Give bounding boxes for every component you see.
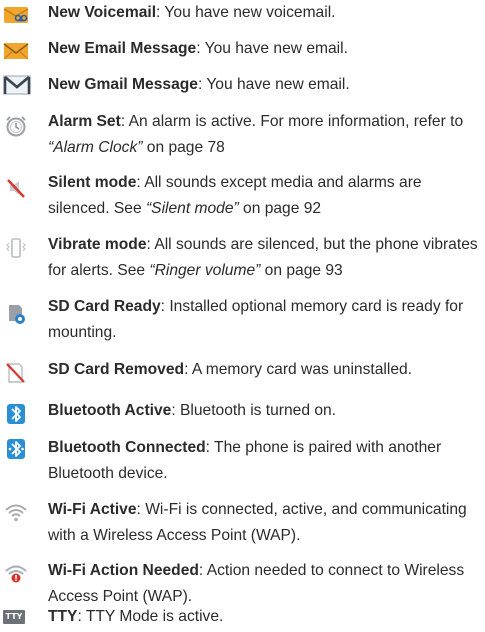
entry-term: SD Card Removed (48, 361, 185, 378)
entry-text: Silent mode: All sounds except media and… (48, 170, 478, 222)
entry-text: TTY: TTY Mode is active. (48, 604, 478, 630)
entry-term: New Gmail Message (48, 76, 198, 93)
page-reference: on page 93 (260, 262, 343, 279)
bluetooth-icon (3, 402, 31, 426)
entry-term: TTY (48, 608, 78, 625)
silent-mode-icon (3, 176, 31, 200)
entry-description: : You have new voicemail. (156, 4, 336, 21)
entry-text: New Email Message: You have new email. (48, 36, 478, 62)
entry-text: Wi-Fi Action Needed: Action needed to co… (48, 558, 478, 610)
entry-term: Alarm Set (48, 113, 121, 130)
entry-term: Wi-Fi Active (48, 501, 137, 518)
entry-text: SD Card Removed: A memory card was unins… (48, 357, 478, 383)
entry-description: : You have new email. (197, 76, 350, 93)
alarm-clock-icon (3, 114, 31, 138)
entry-text: SD Card Ready: Installed optional memory… (48, 294, 478, 346)
entry-term: Silent mode (48, 174, 137, 191)
entry-text: Bluetooth Active: Bluetooth is turned on… (48, 398, 478, 424)
page-reference: on page 92 (238, 200, 322, 217)
wifi-icon (3, 501, 31, 525)
entry-term: Vibrate mode (48, 236, 147, 253)
entry-description: : Bluetooth is turned on. (171, 402, 337, 419)
entry-text: Wi-Fi Active: Wi-Fi is connected, active… (48, 497, 478, 549)
entry-term: Wi-Fi Action Needed (48, 562, 199, 579)
entry-description: : A memory card was uninstalled. (184, 361, 413, 378)
sd-card-removed-icon (3, 361, 31, 385)
entry-text: Bluetooth Connected: The phone is paired… (48, 435, 478, 487)
tty-icon: TTY (3, 608, 29, 626)
cross-reference: “Silent mode” (145, 200, 239, 217)
entry-term: New Voicemail (48, 4, 157, 21)
cross-reference: “Ringer volume” (149, 262, 261, 279)
cross-reference: “Alarm Clock” (48, 139, 143, 156)
voicemail-icon (3, 3, 31, 27)
entry-term: Bluetooth Active (48, 402, 172, 419)
page-reference: on page 78 (142, 139, 225, 156)
entry-term: Bluetooth Connected (48, 439, 206, 456)
entry-text: Alarm Set: An alarm is active. For more … (48, 109, 478, 161)
entry-description: : TTY Mode is active. (77, 608, 224, 625)
entry-text: New Gmail Message: You have new email. (48, 72, 478, 98)
entry-description: : You have new email. (196, 40, 348, 57)
sd-card-ready-icon (3, 302, 31, 326)
entry-text: New Voicemail: You have new voicemail. (48, 0, 478, 26)
entry-description: : An alarm is active. For more informati… (120, 113, 464, 130)
wifi-action-needed-icon (3, 562, 31, 586)
bluetooth-connected-icon (3, 437, 31, 461)
email-icon (3, 39, 31, 63)
vibrate-mode-icon (3, 236, 31, 260)
gmail-icon (3, 74, 31, 98)
entry-term: New Email Message (48, 40, 197, 57)
entry-text: Vibrate mode: All sounds are silenced, b… (48, 232, 478, 284)
entry-term: SD Card Ready (48, 298, 161, 315)
tty-icon-label: TTY (3, 610, 25, 624)
